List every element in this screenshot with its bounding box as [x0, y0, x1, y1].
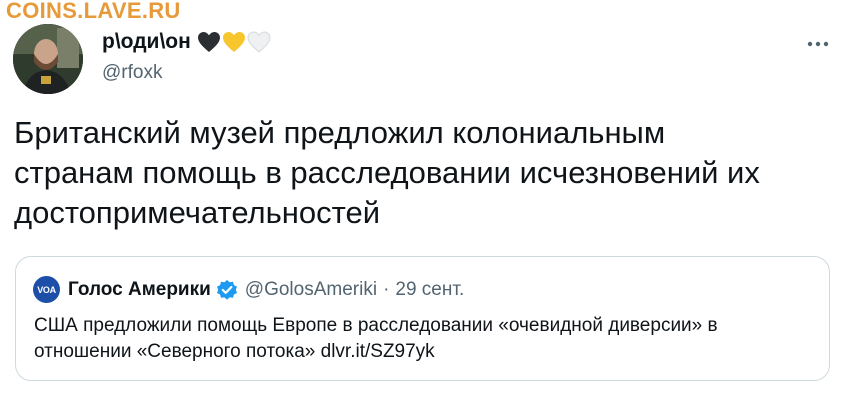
tweet-text-line: странам помощь в расследовании исчезнове… [14, 155, 760, 190]
tweet-text: Британский музей предложил колониальным … [14, 113, 834, 233]
watermark-text: COINS.LAVE.RU [6, 0, 181, 23]
author-display-name[interactable]: р\оди\он [102, 30, 271, 54]
black-heart-icon [197, 32, 220, 52]
heart-emojis [197, 31, 271, 53]
quoted-tweet-text: США предложили помощь Европе в расследов… [34, 313, 824, 365]
tweet-text-line: Британский музей предложил колониальным [14, 115, 666, 150]
quoted-text-line: отношении «Северного потока» dlvr.it/SZ9… [34, 341, 435, 362]
voa-logo-icon: VOA [33, 276, 60, 303]
tweet-text-line: достопримечательностей [14, 195, 381, 230]
verified-badge-icon [216, 279, 237, 300]
quoted-author-handle[interactable]: @GolosAmeriki [245, 279, 377, 301]
yellow-heart-icon [222, 32, 245, 52]
white-heart-icon [247, 31, 271, 53]
separator-dot: · [383, 278, 390, 300]
avatar[interactable] [13, 24, 83, 94]
quoted-author-name[interactable]: Голос Америки [68, 279, 211, 301]
quoted-tweet-card[interactable]: VOA Голос Америки @GolosAmeriki · 29 сен… [15, 256, 830, 381]
author-handle[interactable]: @rfoxk [102, 62, 162, 84]
quoted-tweet-header: VOA Голос Америки @GolosAmeriki · 29 сен… [33, 276, 464, 303]
author-name-text: р\оди\он [102, 30, 191, 53]
quoted-tweet-date[interactable]: 29 сент. [395, 279, 464, 301]
quoted-text-line: США предложили помощь Европе в расследов… [34, 315, 718, 336]
more-options-icon[interactable] [805, 34, 831, 54]
